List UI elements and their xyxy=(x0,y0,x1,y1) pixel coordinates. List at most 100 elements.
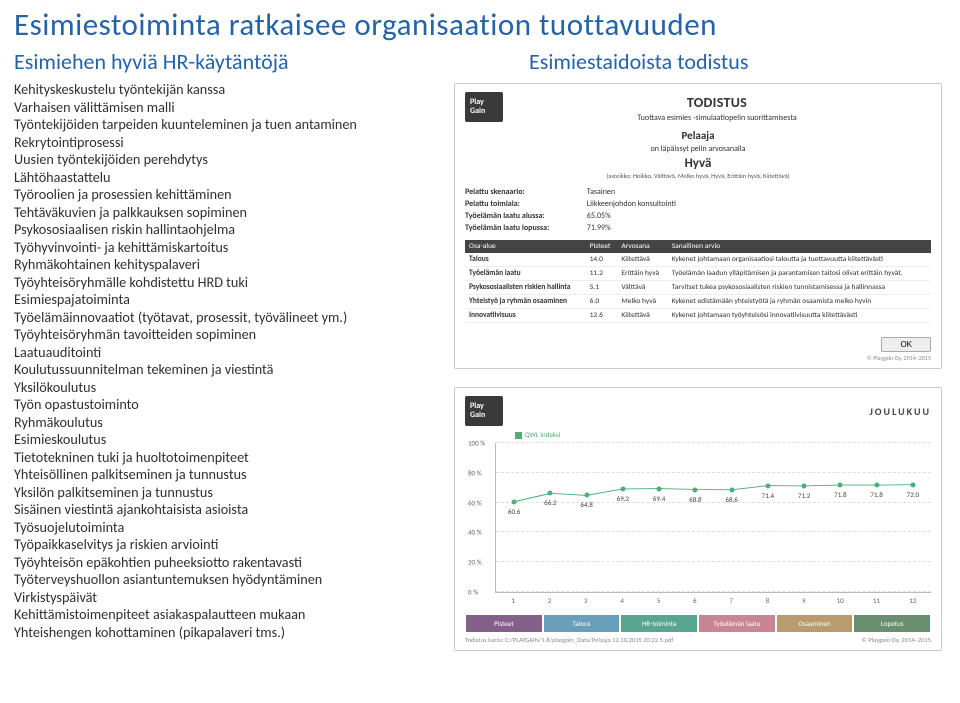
chart-point xyxy=(874,483,879,488)
chart-tabs: PisteetTalousHR-toimintaTyöelämän laatuO… xyxy=(465,615,931,632)
certificate-card: Play Gain TODISTUS Tuottava esimies -sim… xyxy=(454,83,942,369)
chart-point xyxy=(765,483,770,488)
cert-meta-row: Pelattu toimiala: Liikkeenjohdon konsult… xyxy=(465,198,931,210)
practice-item: Yhteisöllinen palkitseminen ja tunnustus xyxy=(14,466,450,484)
xtick: 3 xyxy=(568,596,604,605)
cert-copyright: © Playgain Oy, 2014–2015 xyxy=(465,354,931,362)
practice-item: Kehityskeskustelu työntekijän kanssa xyxy=(14,81,450,99)
practice-item: Varhaisen välittämisen malli xyxy=(14,99,450,117)
practice-item: Työntekijöiden tarpeiden kuunteleminen j… xyxy=(14,116,450,134)
chart-point-label: 69.2 xyxy=(617,494,629,503)
chart-tab[interactable]: Lopetus xyxy=(854,615,930,632)
practice-item: Yksilön palkitseminen ja tunnustus xyxy=(14,484,450,502)
cert-title: TODISTUS xyxy=(503,94,931,111)
ytick: 80 % xyxy=(468,468,482,477)
chart-point xyxy=(584,493,589,498)
chart-point-label: 66.2 xyxy=(544,498,556,507)
chart-point xyxy=(693,487,698,492)
playgain-logo: Play Gain xyxy=(465,396,503,426)
practice-item: Työsuojelutoiminta xyxy=(14,519,450,537)
chart-point xyxy=(802,483,807,488)
chart-plot: 0 %20 %40 %60 %80 %100 %60.666.264.869.2… xyxy=(495,443,931,593)
practice-item: Laatuauditointi xyxy=(14,344,450,362)
chart-point-label: 72.0 xyxy=(907,490,919,499)
table-row: Yhteistyö ja ryhmän osaaminen6.0Melko hy… xyxy=(465,295,931,309)
practice-item: Yksilökoulutus xyxy=(14,379,450,397)
ytick: 100 % xyxy=(468,439,485,448)
chart-tab[interactable]: Työelämän laatu xyxy=(699,615,775,632)
practice-item: Tietotekninen tuki ja huoltotoimenpiteet xyxy=(14,449,450,467)
cert-meta-row: Työelämän laatu alussa: 65.05% xyxy=(465,210,931,222)
chart-card: Play Gain JOULUKUU QWL indeksi 0 %20 %40… xyxy=(454,387,942,651)
cert-scale: (asteikko: Heikko, Välttävä, Melko hyvä,… xyxy=(465,172,931,180)
chart-point xyxy=(729,487,734,492)
cert-player: Pelaaja xyxy=(465,129,931,142)
ytick: 0 % xyxy=(468,588,478,597)
chart-tab[interactable]: Talous xyxy=(544,615,620,632)
xtick: 9 xyxy=(786,596,822,605)
cert-meta-row: Työelämän laatu lopussa: 71.99% xyxy=(465,222,931,234)
chart-point xyxy=(657,486,662,491)
practice-item: Uusien työntekijöiden perehdytys xyxy=(14,151,450,169)
chart-point xyxy=(548,491,553,496)
practice-item: Esimieskoulutus xyxy=(14,431,450,449)
chart-point-label: 69.4 xyxy=(653,494,665,503)
practice-item: Kehittämistoimenpiteet asiakaspalautteen… xyxy=(14,606,450,624)
practice-item: Työhyvinvointi- ja kehittämiskartoitus xyxy=(14,239,450,257)
table-row: Työelämän laatu11.2Erittäin hyväTyöelämä… xyxy=(465,267,931,281)
practice-item: Ryhmäkoulutus xyxy=(14,414,450,432)
ok-button[interactable]: OK xyxy=(881,337,931,352)
practice-item: Yhteishengen kohottaminen (pikapalaveri … xyxy=(14,624,450,642)
chart-point xyxy=(838,483,843,488)
cert-subtitle: Tuottava esimies -simulaatiopelin suorit… xyxy=(503,113,931,123)
practice-list: Kehityskeskustelu työntekijän kanssaVarh… xyxy=(14,81,450,641)
chart-point-label: 71.8 xyxy=(870,490,882,499)
xtick: 6 xyxy=(677,596,713,605)
cert-th: Pisteet xyxy=(586,240,618,253)
practice-item: Psykososiaalisen riskin hallintaohjelma xyxy=(14,221,450,239)
cert-grade: Hyvä xyxy=(465,156,931,171)
chart-point xyxy=(620,486,625,491)
xtick: 5 xyxy=(640,596,676,605)
ytick: 40 % xyxy=(468,528,482,537)
practice-item: Työyhteisöryhmälle kohdistettu HRD tuki xyxy=(14,274,450,292)
practice-item: Työyhteisön epäkohtien puheeksiotto rake… xyxy=(14,554,450,572)
practice-item: Ryhmäkohtainen kehityspalaveri xyxy=(14,256,450,274)
cert-meta-row: Pelattu skenaario: Tasainen xyxy=(465,186,931,198)
practice-item: Rekrytointiprosessi xyxy=(14,134,450,152)
xtick: 1 xyxy=(495,596,531,605)
page-title: Esimiestoiminta ratkaisee organisaation … xyxy=(0,0,960,48)
practice-item: Tehtäväkuvien ja palkkauksen sopiminen xyxy=(14,204,450,222)
practice-item: Työterveyshuollon asiantuntemuksen hyödy… xyxy=(14,571,450,589)
ytick: 20 % xyxy=(468,558,482,567)
chart-point-label: 68.8 xyxy=(689,495,701,504)
playgain-logo: Play Gain xyxy=(465,92,503,122)
chart-point-label: 71.4 xyxy=(762,491,774,500)
practice-item: Esimiespajatoiminta xyxy=(14,291,450,309)
xtick: 7 xyxy=(713,596,749,605)
chart-tab[interactable]: Pisteet xyxy=(466,615,542,632)
xtick: 4 xyxy=(604,596,640,605)
practice-item: Virkistyspäivät xyxy=(14,589,450,607)
chart-tab[interactable]: HR-toiminta xyxy=(621,615,697,632)
chart-point-label: 71.2 xyxy=(798,491,810,500)
practice-item: Työelämäinnovaatiot (työtavat, prosessit… xyxy=(14,309,450,327)
cert-meta: Pelattu skenaario: TasainenPelattu toimi… xyxy=(465,186,931,234)
cert-passed-label: on läpäissyt pelin arvosanalla xyxy=(465,144,931,154)
left-column: Esimiehen hyviä HR-käytäntöjä Kehityskes… xyxy=(0,48,450,651)
table-row: Talous14.0KiitettäväKykenet johtamaan or… xyxy=(465,253,931,267)
right-column: Esimiestaidoista todistus Play Gain TODI… xyxy=(450,48,950,651)
left-heading: Esimiehen hyviä HR-käytäntöjä xyxy=(14,48,450,75)
chart-point xyxy=(910,482,915,487)
chart-tab[interactable]: Osaaminen xyxy=(777,615,853,632)
chart-xaxis: 123456789101112 xyxy=(495,596,931,605)
practice-item: Työn opastustoiminto xyxy=(14,396,450,414)
chart-point-label: 68.6 xyxy=(725,495,737,504)
xtick: 12 xyxy=(895,596,931,605)
practice-item: Työpaikkaselvitys ja riskien arviointi xyxy=(14,536,450,554)
table-row: Innovatiivisuus12.6KiitettäväKykenet joh… xyxy=(465,309,931,323)
chart-point-label: 64.8 xyxy=(580,500,592,509)
cert-th: Osa-alue xyxy=(465,240,586,253)
table-row: Psykososiaalisten riskien hallinta5.1Väl… xyxy=(465,281,931,295)
practice-item: Työroolien ja prosessien kehittäminen xyxy=(14,186,450,204)
